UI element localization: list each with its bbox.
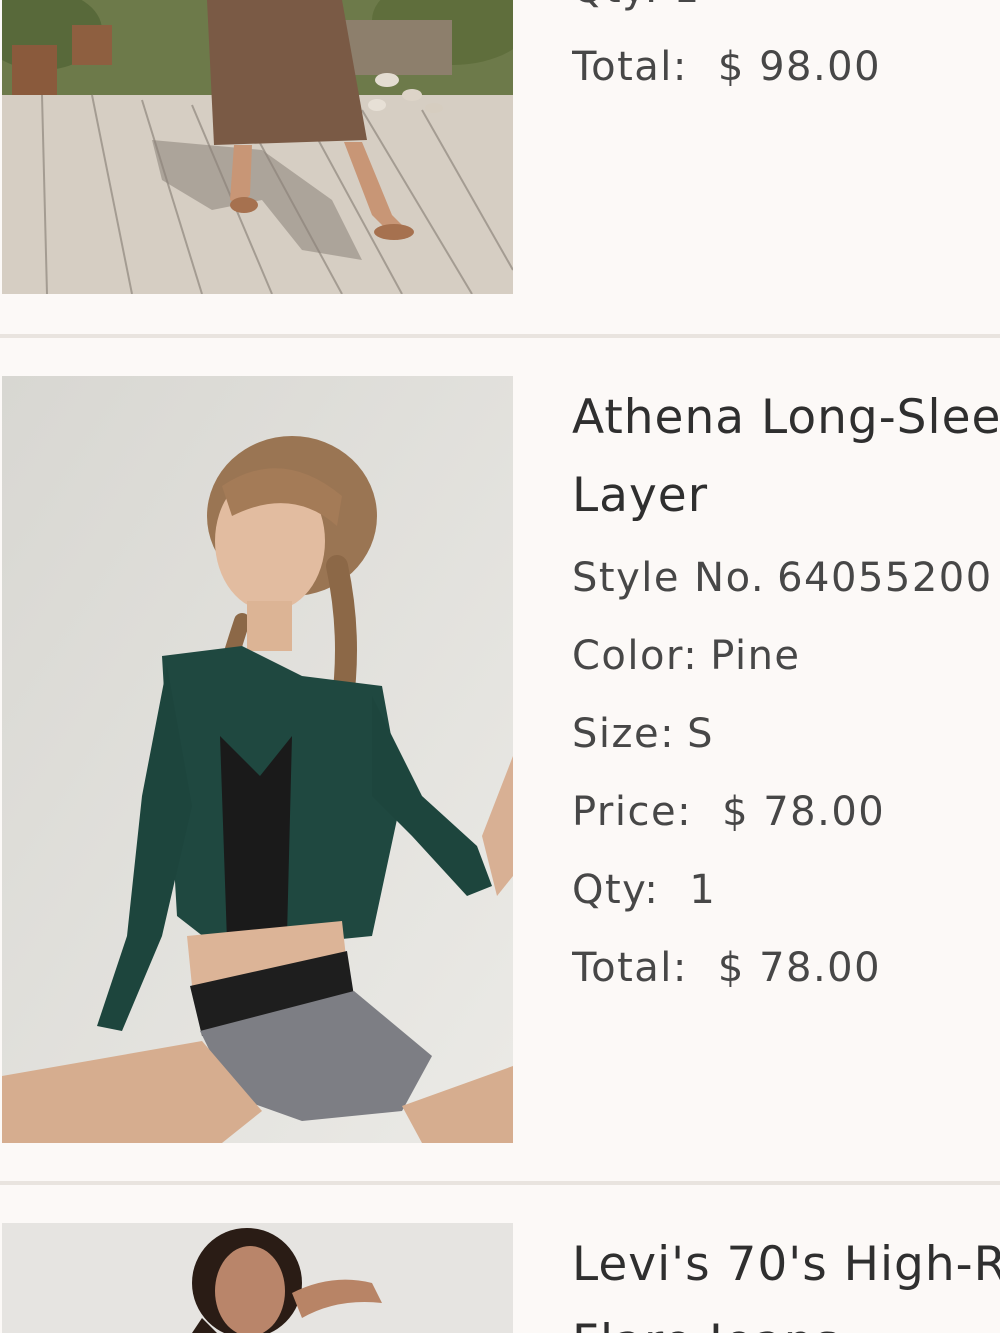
qty-line: Qty: 1 <box>572 0 1000 28</box>
size-value: S <box>687 711 714 757</box>
cart-item-2: Athena Long-Sleeve Layer Style No.640552… <box>0 338 1000 1181</box>
color-line: Color: Pine <box>572 617 1000 695</box>
item-details: Qty: 1 Total: $ 98.00 <box>572 0 1000 106</box>
product-title-line-1[interactable]: Athena Long-Sleeve <box>572 379 1000 457</box>
product-image[interactable] <box>2 0 513 294</box>
size-line: Size: S <box>572 695 1000 773</box>
color-label: Color: <box>572 633 699 679</box>
product-title[interactable]: Athena Long-Sleeve Layer <box>572 379 1000 535</box>
qty-value: 1 <box>689 867 717 913</box>
cart-item-1: Qty: 1 Total: $ 98.00 <box>0 0 1000 334</box>
price-label: Price: <box>572 789 693 835</box>
price-line: Price: $ 78.00 <box>572 773 1000 851</box>
item-details: Levi's 70's High-Rise Flare Jeans <box>572 1226 1000 1333</box>
product-image[interactable] <box>2 376 513 1143</box>
product-title-line-2[interactable]: Layer <box>572 457 1000 535</box>
size-label: Size: <box>572 711 676 757</box>
product-image[interactable] <box>2 1223 513 1333</box>
color-value: Pine <box>710 633 801 679</box>
style-line: Style No. 64055200 <box>572 539 1000 617</box>
price-value: $ 78.00 <box>722 789 886 835</box>
cart-item-3: Levi's 70's High-Rise Flare Jeans <box>0 1185 1000 1333</box>
item-details: Athena Long-Sleeve Layer Style No.640552… <box>572 379 1000 1007</box>
total-line: Total: $ 98.00 <box>572 28 1000 106</box>
total-label: Total: <box>572 945 688 991</box>
product-title[interactable]: Levi's 70's High-Rise Flare Jeans <box>572 1226 1000 1333</box>
product-title-line-1[interactable]: Levi's 70's High-Rise <box>572 1226 1000 1304</box>
total-label: Total: <box>572 44 688 90</box>
qty-line: Qty: 1 <box>572 851 1000 929</box>
style-label: Style No. <box>572 555 766 601</box>
product-title-line-2[interactable]: Flare Jeans <box>572 1304 1000 1333</box>
total-value: $ 78.00 <box>717 945 882 991</box>
style-value: 64055200 <box>777 555 993 601</box>
total-line: Total: $ 78.00 <box>572 929 1000 1007</box>
qty-label: Qty: <box>572 867 660 913</box>
total-value: $ 98.00 <box>717 44 882 90</box>
